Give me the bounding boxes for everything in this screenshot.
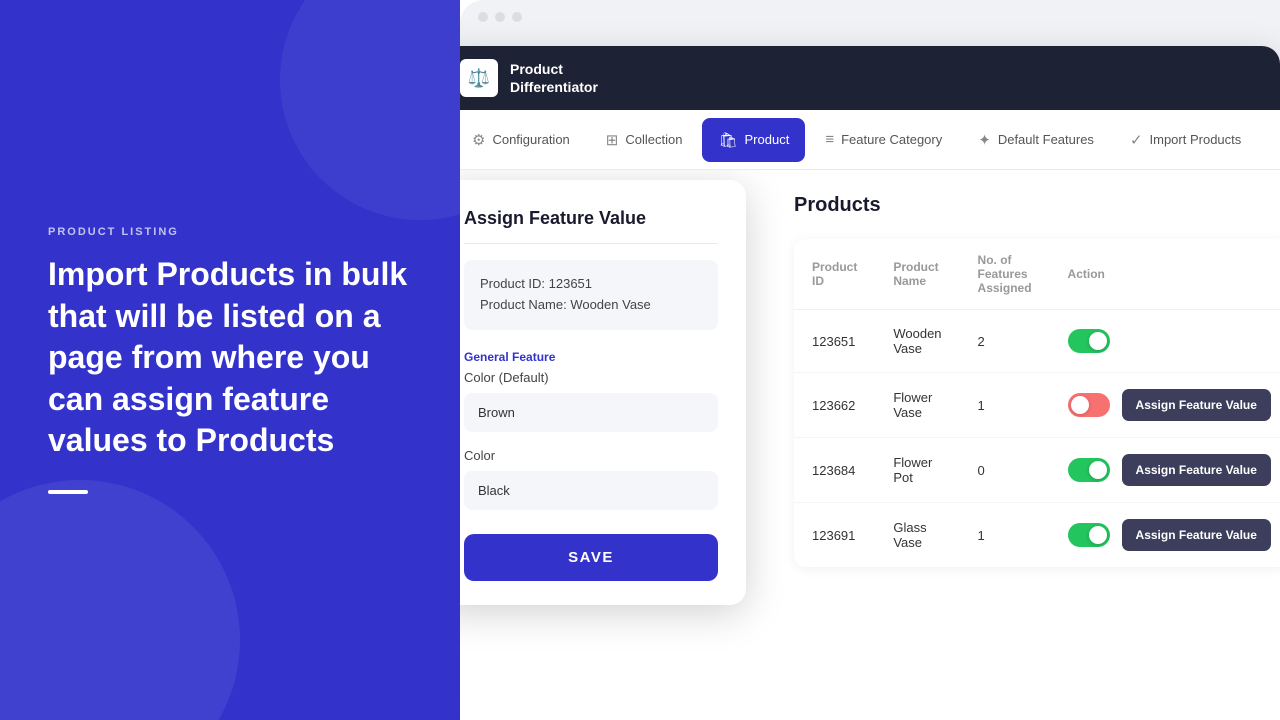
cell-features-count: 2 xyxy=(960,310,1050,373)
assign-feature-button-123684[interactable]: Assign Feature Value xyxy=(1122,454,1271,486)
product-id-label: Product ID: 123651 xyxy=(480,274,702,295)
action-cell xyxy=(1068,329,1271,353)
action-cell: Assign Feature Value xyxy=(1068,454,1271,486)
hero-divider xyxy=(48,490,88,494)
toggle-switch-123691[interactable] xyxy=(1068,523,1110,547)
cell-product-name: Wooden Vase xyxy=(875,310,959,373)
toggle-switch-123662[interactable] xyxy=(1068,393,1110,417)
left-panel: PRODUCT LISTING Import Products in bulk … xyxy=(0,0,460,720)
nav-item-configuration[interactable]: ⚙ Configuration xyxy=(460,118,586,162)
assign-feature-modal: Assign Feature Value Product ID: 123651 … xyxy=(460,180,746,605)
cell-product-id: 123691 xyxy=(794,503,875,568)
products-title: Products xyxy=(794,194,1252,217)
table-row: 123691 Glass Vase 1 Assign Feature Value xyxy=(794,503,1280,568)
cell-product-id: 123651 xyxy=(794,310,875,373)
cell-action xyxy=(1050,310,1280,373)
hero-title: Import Products in bulk that will be lis… xyxy=(48,254,412,462)
cell-product-name: Flower Pot xyxy=(875,438,959,503)
configuration-icon: ⚙ xyxy=(472,131,485,149)
nav-item-collection[interactable]: ⊞ Collection xyxy=(590,118,699,162)
color-default-input[interactable] xyxy=(464,393,718,432)
col-features-count: No. of Features Assigned xyxy=(960,239,1050,310)
main-content: Assign Feature Value Product ID: 123651 … xyxy=(460,170,1280,720)
assign-feature-button-123691[interactable]: Assign Feature Value xyxy=(1122,519,1271,551)
table-header-row: Product ID Product Name No. of Features … xyxy=(794,239,1280,310)
col-action: Action xyxy=(1050,239,1280,310)
logo-text: Product Differentiator xyxy=(510,60,598,96)
toggle-switch-123651[interactable] xyxy=(1068,329,1110,353)
col-product-name: Product Name xyxy=(875,239,959,310)
cell-product-id: 123684 xyxy=(794,438,875,503)
cell-product-name: Flower Vase xyxy=(875,373,959,438)
logo-icon: ⚖️ xyxy=(460,59,498,97)
table-row: 123684 Flower Pot 0 Assign Feature Value xyxy=(794,438,1280,503)
toggle-thumb xyxy=(1089,332,1107,350)
toggle-switch-123684[interactable] xyxy=(1068,458,1110,482)
cell-action: Assign Feature Value xyxy=(1050,373,1280,438)
products-table: Product ID Product Name No. of Features … xyxy=(794,239,1280,567)
product-icon: 🛍 xyxy=(718,131,737,149)
dot-green xyxy=(512,12,522,22)
toggle-track xyxy=(1068,393,1110,417)
toggle-track xyxy=(1068,329,1110,353)
products-panel: Products Product ID Product Name No. of … xyxy=(766,170,1280,720)
collection-icon: ⊞ xyxy=(606,131,619,149)
toggle-track xyxy=(1068,458,1110,482)
cell-action: Assign Feature Value xyxy=(1050,438,1280,503)
color-input[interactable] xyxy=(464,471,718,510)
nav-bar: ⚙ Configuration ⊞ Collection 🛍 Product ≡… xyxy=(460,110,1280,170)
general-feature-label: General Feature xyxy=(464,350,718,364)
product-info-box: Product ID: 123651 Product Name: Wooden … xyxy=(464,260,718,330)
modal-title: Assign Feature Value xyxy=(464,208,718,244)
nav-item-feature-category[interactable]: ≡ Feature Category xyxy=(809,118,958,162)
nav-item-product[interactable]: 🛍 Product xyxy=(702,118,805,162)
right-panel: ⚖️ Product Differentiator ⚙ Configuratio… xyxy=(460,0,1280,720)
cell-features-count: 1 xyxy=(960,373,1050,438)
section-tag: PRODUCT LISTING xyxy=(48,226,412,238)
logo-area: ⚖️ Product Differentiator xyxy=(460,59,598,97)
dot-yellow xyxy=(495,12,505,22)
toggle-thumb xyxy=(1089,526,1107,544)
toggle-track xyxy=(1068,523,1110,547)
col-product-id: Product ID xyxy=(794,239,875,310)
nav-item-import-products[interactable]: ✓ Import Products xyxy=(1114,118,1257,162)
browser-chrome xyxy=(460,0,1280,22)
action-cell: Assign Feature Value xyxy=(1068,389,1271,421)
table-row: 123651 Wooden Vase 2 xyxy=(794,310,1280,373)
color-default-label: Color (Default) xyxy=(464,370,718,385)
action-cell: Assign Feature Value xyxy=(1068,519,1271,551)
assign-feature-button-123662[interactable]: Assign Feature Value xyxy=(1122,389,1271,421)
color-label: Color xyxy=(464,448,718,463)
cell-action: Assign Feature Value xyxy=(1050,503,1280,568)
default-features-icon: ✦ xyxy=(978,131,991,149)
top-bar: ⚖️ Product Differentiator xyxy=(460,46,1280,110)
cell-product-id: 123662 xyxy=(794,373,875,438)
cell-features-count: 0 xyxy=(960,438,1050,503)
cell-product-name: Glass Vase xyxy=(875,503,959,568)
toggle-thumb xyxy=(1089,461,1107,479)
app-container: ⚖️ Product Differentiator ⚙ Configuratio… xyxy=(460,46,1280,720)
feature-category-icon: ≡ xyxy=(825,131,834,148)
nav-item-default-features[interactable]: ✦ Default Features xyxy=(962,118,1110,162)
table-row: 123662 Flower Vase 1 Assign Feature Valu… xyxy=(794,373,1280,438)
cell-features-count: 1 xyxy=(960,503,1050,568)
product-name-label: Product Name: Wooden Vase xyxy=(480,295,702,316)
dot-red xyxy=(478,12,488,22)
save-button[interactable]: SAVE xyxy=(464,534,718,581)
toggle-thumb xyxy=(1071,396,1089,414)
import-products-icon: ✓ xyxy=(1130,131,1143,149)
